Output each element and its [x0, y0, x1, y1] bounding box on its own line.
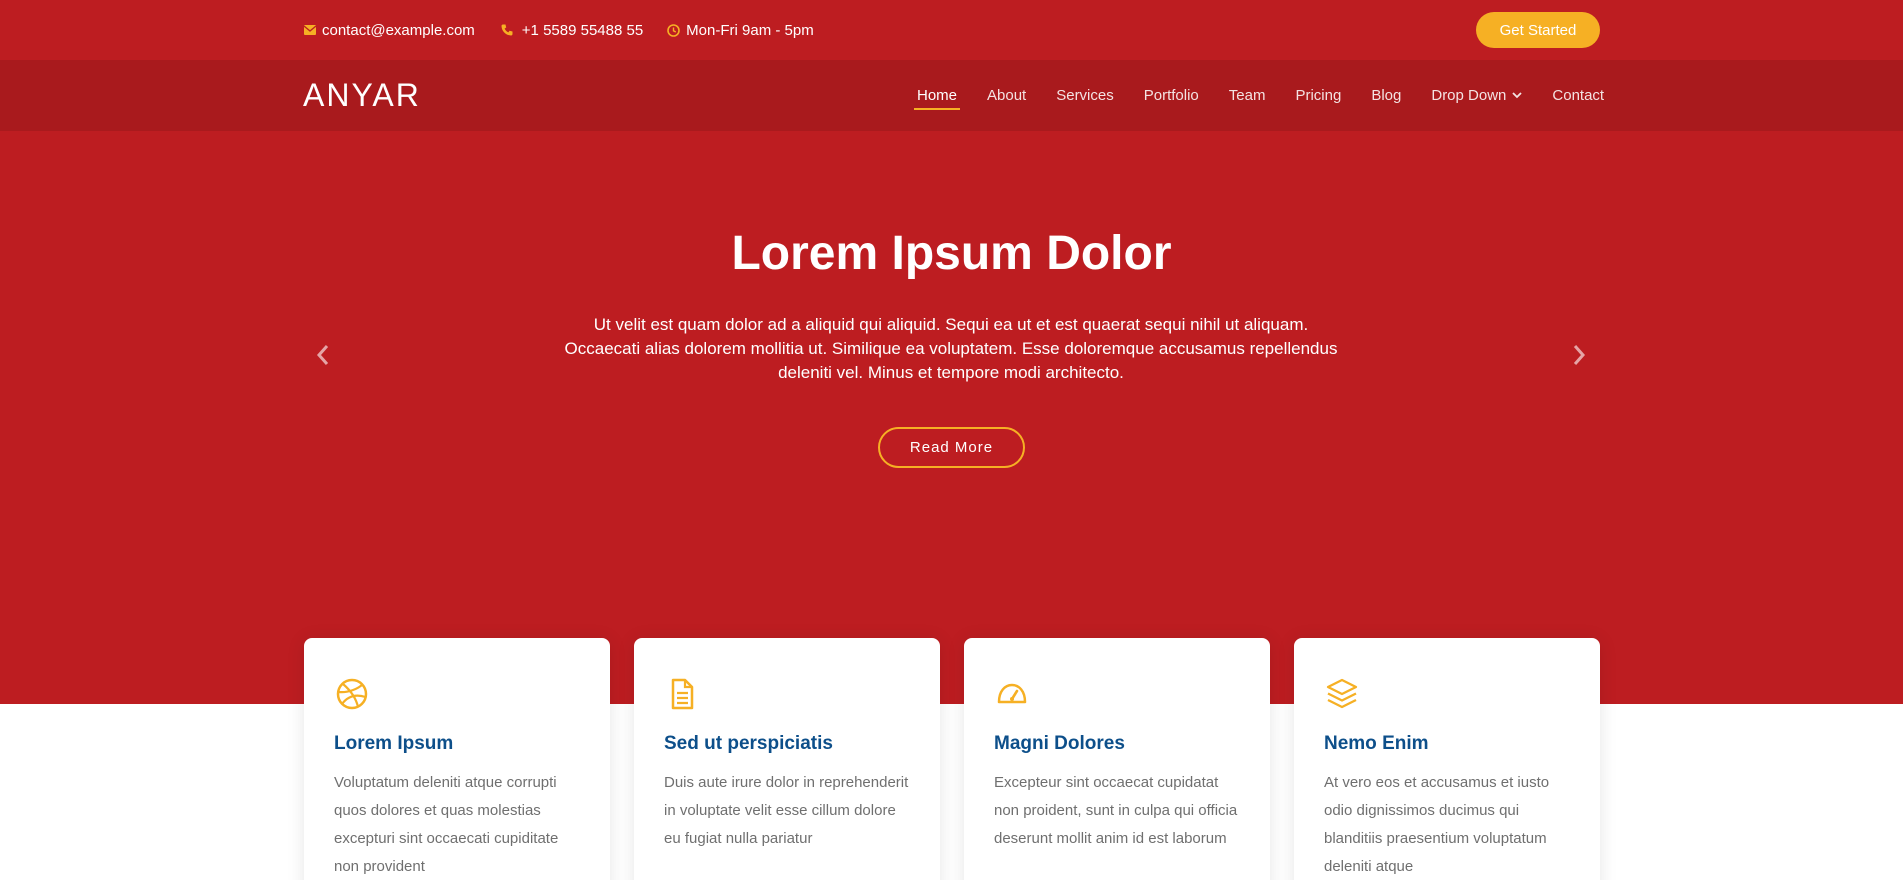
clock-icon — [667, 23, 680, 37]
nav-item-blog[interactable]: Blog — [1356, 60, 1416, 131]
nav-item-pricing[interactable]: Pricing — [1280, 60, 1356, 131]
nav-item-contact[interactable]: Contact — [1537, 60, 1619, 131]
card-title[interactable]: Magni Dolores — [994, 733, 1240, 755]
envelope-icon — [304, 25, 316, 35]
nav-label-team: Team — [1228, 87, 1266, 104]
service-card[interactable]: Sed ut perspiciatis Duis aute irure dolo… — [634, 638, 940, 880]
header: ANYAR Home About Services Portfolio Team… — [0, 60, 1903, 131]
carousel-next-button[interactable] — [1564, 335, 1594, 375]
card-title[interactable]: Sed ut perspiciatis — [664, 733, 910, 755]
phone-icon — [501, 24, 513, 36]
card-title[interactable]: Lorem Ipsum — [334, 733, 580, 755]
phone-text: +1 5589 55488 55 — [521, 21, 644, 39]
email-text: contact@example.com — [322, 21, 475, 39]
card-text: Excepteur sint occaecat cupidatat non pr… — [994, 774, 1238, 847]
card-text: Voluptatum deleniti atque corrupti quos … — [334, 774, 559, 875]
hero-title: Lorem Ipsum Dolor — [731, 227, 1172, 280]
site-logo[interactable]: ANYAR — [303, 77, 421, 114]
service-card[interactable]: Lorem Ipsum Voluptatum deleniti atque co… — [304, 638, 610, 880]
nav-item-services[interactable]: Services — [1041, 60, 1129, 131]
nav-label-contact: Contact — [1552, 87, 1605, 104]
hours-text: Mon-Fri 9am - 5pm — [686, 21, 814, 39]
layers-icon — [1326, 678, 1358, 709]
nav-label-pricing: Pricing — [1295, 87, 1342, 104]
nav-label-about: About — [987, 87, 1027, 104]
nav-label-dropdown: Drop Down — [1431, 87, 1507, 104]
nav-item-home[interactable]: Home — [902, 60, 972, 131]
services-cards: Lorem Ipsum Voluptatum deleniti atque co… — [304, 638, 1600, 880]
topbar-contacts: contact@example.com +1 5589 55488 55 Mon… — [304, 0, 838, 60]
dribbble-icon — [336, 678, 368, 710]
chevron-left-icon — [316, 345, 329, 365]
nav-label-blog: Blog — [1371, 87, 1402, 104]
hours-item: Mon-Fri 9am - 5pm — [667, 22, 814, 39]
nav-label-home: Home — [917, 87, 958, 104]
chevron-right-icon — [1573, 345, 1586, 365]
phone-link[interactable]: +1 5589 55488 55 — [499, 22, 643, 39]
main-nav: Home About Services Portfolio Team Prici… — [902, 60, 1619, 131]
nav-item-team[interactable]: Team — [1214, 60, 1281, 131]
card-text: At vero eos et accusamus et iusto odio d… — [1324, 774, 1550, 875]
hero-carousel: Lorem Ipsum Dolor Ut velit est quam dolo… — [0, 131, 1903, 704]
email-link[interactable]: contact@example.com — [304, 22, 475, 39]
read-more-button[interactable]: Read More — [878, 427, 1025, 468]
card-text: Duis aute irure dolor in reprehenderit i… — [664, 774, 909, 847]
topbar: contact@example.com +1 5589 55488 55 Mon… — [0, 0, 1903, 60]
chevron-down-icon — [1512, 92, 1523, 99]
nav-item-dropdown[interactable]: Drop Down — [1416, 60, 1537, 131]
carousel-prev-button[interactable] — [308, 335, 338, 375]
document-icon — [671, 678, 694, 710]
card-title[interactable]: Nemo Enim — [1324, 733, 1570, 755]
hero-text: Ut velit est quam dolor ad a aliquid qui… — [564, 315, 1338, 382]
nav-item-portfolio[interactable]: Portfolio — [1129, 60, 1214, 131]
page: contact@example.com +1 5589 55488 55 Mon… — [0, 0, 1903, 880]
service-card[interactable]: Magni Dolores Excepteur sint occaecat cu… — [964, 638, 1270, 880]
get-started-button[interactable]: Get Started — [1476, 12, 1600, 48]
nav-label-portfolio: Portfolio — [1143, 87, 1199, 104]
nav-item-about[interactable]: About — [972, 60, 1041, 131]
nav-label-services: Services — [1056, 87, 1114, 104]
speedometer-icon — [997, 683, 1027, 704]
service-card[interactable]: Nemo Enim At vero eos et accusamus et iu… — [1294, 638, 1600, 880]
